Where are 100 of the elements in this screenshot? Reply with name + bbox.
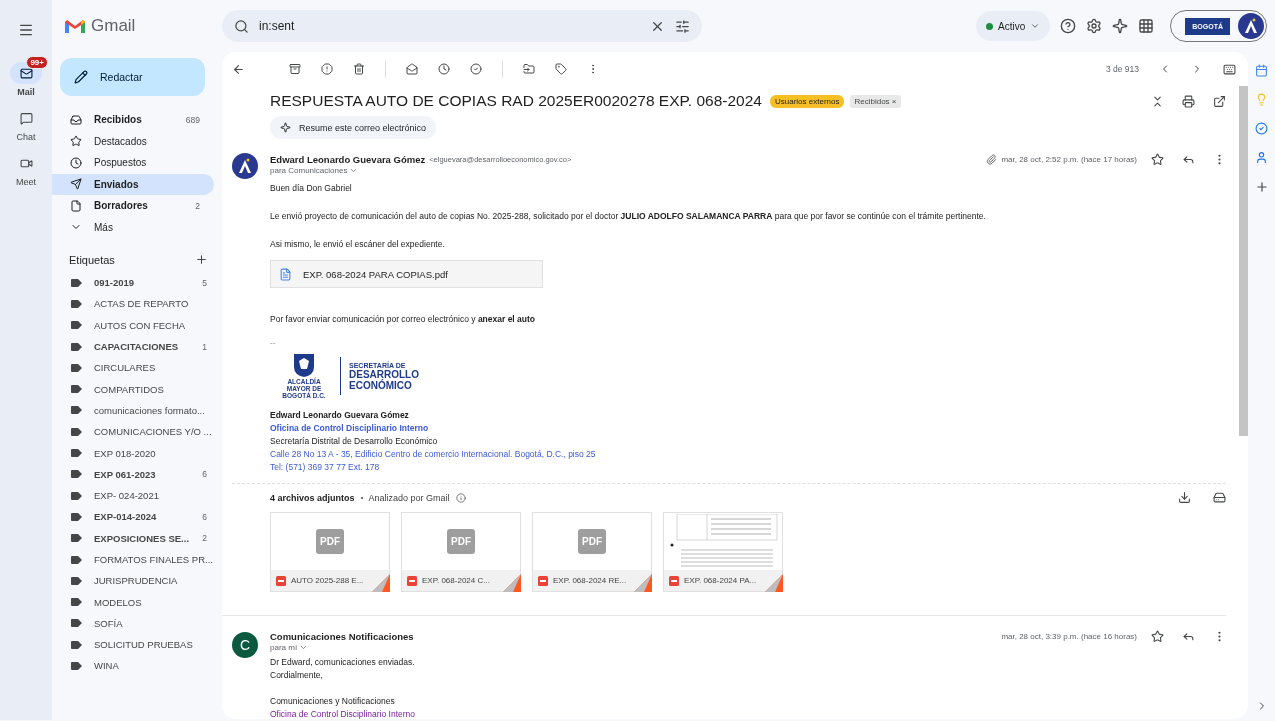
chat-icon[interactable] [19, 111, 33, 125]
label-item[interactable]: WINA [52, 655, 222, 677]
label-item[interactable]: EXP 061-2023 6 [52, 463, 222, 485]
label-icon[interactable] [555, 63, 567, 75]
folder-item[interactable]: Pospuestos [52, 152, 214, 174]
label-item[interactable]: AUTOS CON FECHA [52, 314, 222, 336]
collapse-icon[interactable] [1151, 94, 1164, 108]
reply-icon[interactable] [1182, 630, 1195, 643]
star-icon [70, 135, 82, 148]
filter-icon[interactable] [675, 18, 690, 34]
mail-icon[interactable] [19, 66, 33, 80]
label-item[interactable]: EXP-014-2024 6 [52, 506, 222, 528]
label-item[interactable]: EXP- 024-2021 [52, 484, 222, 507]
label-item[interactable]: SOFÍA [52, 612, 222, 635]
calendar-icon[interactable] [1255, 64, 1268, 77]
document-icon [279, 267, 292, 281]
caret-icon[interactable] [349, 166, 359, 175]
rail-item[interactable]: Chat [2, 100, 50, 142]
open-new-window-icon[interactable] [1213, 94, 1226, 108]
pagination-text: 3 de 913 [1105, 64, 1139, 74]
gmail-logo-icon[interactable] [65, 18, 85, 34]
star-icon[interactable] [1151, 153, 1164, 166]
rail-item[interactable]: Meet [2, 145, 50, 187]
status-button[interactable]: Activo [976, 11, 1051, 41]
reply-icon[interactable] [1182, 153, 1195, 166]
labels-heading: Etiquetas [69, 253, 115, 266]
attachment-chip[interactable]: EXP. 068-2024 PARA COPIAS.pdf [270, 260, 543, 288]
archive-icon[interactable] [289, 63, 301, 75]
signature-separator: -- [270, 338, 277, 347]
label-item[interactable]: MODELOS [52, 591, 222, 613]
label-icon [71, 385, 82, 394]
clock-icon[interactable] [438, 63, 450, 75]
print-icon[interactable] [1182, 94, 1195, 108]
search-icon[interactable] [234, 18, 249, 34]
paperclip-icon [986, 154, 998, 165]
trash-icon[interactable] [353, 63, 365, 75]
folder-item[interactable]: Más [52, 216, 214, 238]
label-icon [71, 278, 82, 287]
folder-item[interactable]: Enviados [52, 173, 214, 195]
sparkle-icon[interactable] [280, 122, 291, 133]
caret-icon[interactable] [1030, 21, 1041, 31]
label-item[interactable]: CAPACITACIONES 1 [52, 335, 222, 358]
signature-line: Oficina de Control Disciplinario Interno [270, 708, 417, 719]
attachment-card[interactable]: PDF EXP. 068-2024 C... [401, 512, 521, 592]
recipients-toggle[interactable]: para mí [270, 643, 1226, 652]
folder-item[interactable]: Recibidos 689 [52, 109, 214, 131]
sparkle-icon[interactable] [1112, 18, 1129, 34]
label-item[interactable]: CIRCULARES [52, 357, 222, 379]
label-icon [71, 470, 82, 479]
compose-button[interactable]: Redactar [60, 58, 205, 96]
star-icon[interactable] [1151, 630, 1164, 643]
scrollbar[interactable] [1239, 86, 1248, 436]
label-item[interactable]: EXPOSICIONES SE... 2 [52, 527, 222, 549]
add-task-icon[interactable] [470, 63, 482, 75]
attachment-card[interactable]: PDF EXP. 068-2024 RE... [532, 512, 652, 592]
label-icon [71, 640, 82, 649]
add-icon[interactable] [195, 253, 208, 266]
recipients-toggle[interactable]: para Comunicaciones [270, 166, 1226, 175]
label-item[interactable]: SOLICITUD PRUEBAS [52, 634, 222, 656]
keyboard-icon[interactable] [1223, 62, 1236, 76]
label-tag[interactable]: Recibidos × [850, 94, 901, 108]
label-tag[interactable]: Usuarios externos [769, 94, 845, 108]
message-date: mar, 28 oct, 2:52 p.m. (hace 17 horas) [1001, 155, 1137, 164]
label-icon [71, 491, 82, 500]
label-item[interactable]: EXP 018-2020 [52, 442, 222, 464]
settings-icon[interactable] [1086, 18, 1103, 34]
download-icon[interactable] [1178, 491, 1191, 504]
move-icon[interactable] [523, 63, 535, 75]
label-item[interactable]: COMUNICACIONES Y/O ... [52, 421, 222, 443]
avatar-icon [232, 153, 258, 179]
corner-fold-icon [765, 574, 783, 592]
message-line: Secretaría Distrital de Desarrollo Económico [270, 435, 439, 448]
label-item[interactable]: COMPARTIDOS [52, 378, 222, 400]
folder-item[interactable]: Borradores 2 [52, 195, 214, 217]
label-item[interactable]: JURISPRUDENCIA [52, 570, 222, 592]
mail-icon[interactable] [406, 63, 418, 75]
label-item[interactable]: 091-2019 5 [52, 272, 222, 294]
pdf-file-icon [538, 575, 548, 586]
label-item[interactable]: FORMATOS FINALES PR... [52, 548, 222, 571]
spam-icon[interactable] [321, 63, 333, 75]
caret-icon[interactable] [299, 643, 309, 652]
rail-item[interactable]: 99+ Mail [2, 55, 50, 97]
attachment-card[interactable]: PDF AUTO 2025-288 E... [270, 512, 390, 592]
label-icon [71, 576, 82, 585]
label-item[interactable]: ACTAS DE REPARTO [52, 293, 222, 315]
help-icon[interactable] [1060, 18, 1077, 34]
label-item[interactable]: comunicaciones formato... [52, 399, 222, 422]
summarize-button[interactable]: Resume este correo electrónico [270, 116, 437, 139]
tasks-icon[interactable] [1255, 122, 1268, 135]
folder-item[interactable]: Destacados [52, 130, 214, 152]
search-field[interactable]: in:sent [222, 10, 702, 42]
drive-add-icon[interactable] [1213, 491, 1226, 504]
attachments-count: 4 archivos adjuntos [270, 492, 355, 503]
label-icon [71, 427, 82, 436]
pencil-icon[interactable] [74, 70, 88, 84]
attachment-card[interactable]: EXP. 068-2024 PA... [663, 512, 783, 592]
back-icon[interactable] [232, 62, 245, 76]
menu-icon[interactable] [18, 22, 34, 38]
contacts-icon[interactable] [1255, 151, 1268, 164]
apps-icon[interactable] [1138, 18, 1155, 34]
